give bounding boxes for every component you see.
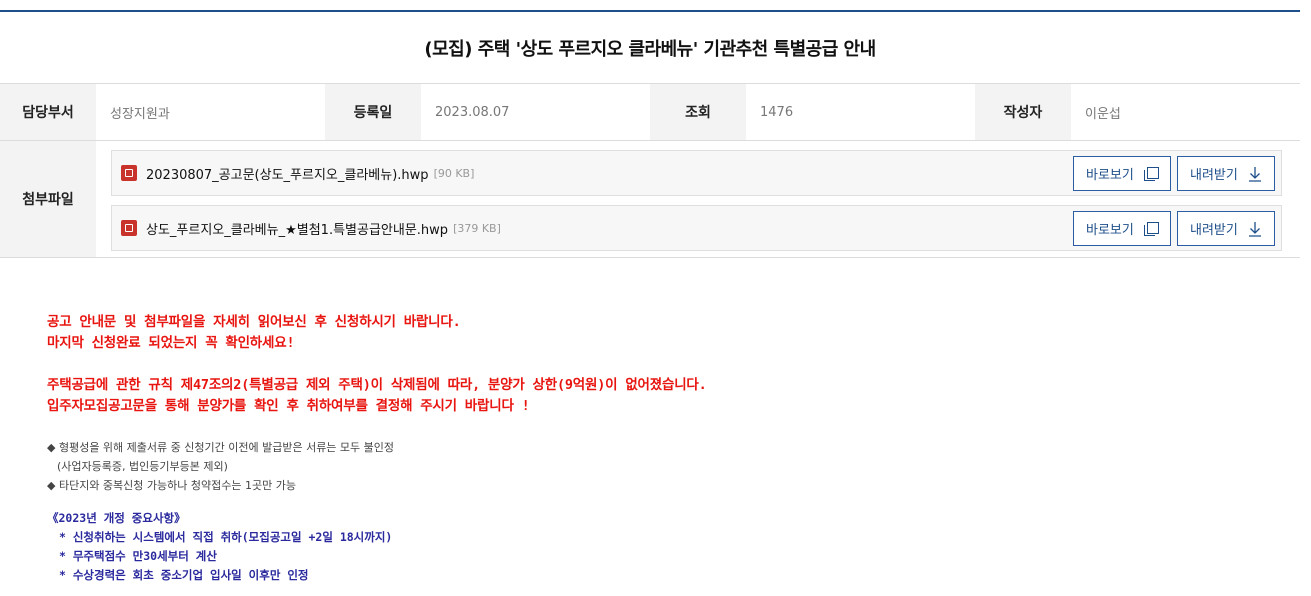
preview-icon	[1143, 166, 1159, 181]
changes-block: 《2023년 개정 중요사항》 * 신청취하는 시스템에서 직접 취하(모집공고…	[47, 509, 1247, 585]
attachments-list: 20230807_공고문(상도_푸르지오_클라베뉴).hwp [90 KB] 바…	[96, 141, 1300, 257]
attachment-actions: 바로보기 내려받기	[1073, 211, 1275, 246]
title-row: (모집) 주택 '상도 푸르지오 클라베뉴' 기관추천 특별공급 안내	[0, 12, 1300, 84]
notice-line: 마지막 신청완료 되었는지 꼭 확인하세요!	[47, 335, 295, 351]
hwp-file-icon	[121, 220, 137, 236]
rules-block: ◆ 형평성을 위해 제출서류 중 신청기간 이전에 발급받은 서류는 모두 불인…	[47, 438, 1247, 495]
rule-line: ◆ 형평성을 위해 제출서류 중 신청기간 이전에 발급받은 서류는 모두 불인…	[47, 441, 395, 454]
rule-line: ◆ 타단지와 중복신청 가능하나 청약접수는 1곳만 가능	[47, 479, 296, 492]
attachment-item: 20230807_공고문(상도_푸르지오_클라베뉴).hwp [90 KB] 바…	[111, 150, 1282, 196]
dept-label: 담당부서	[0, 84, 96, 140]
notice-line: 입주자모집공고문을 통해 분양가를 확인 후 취하여부를 결정해 주시기 바랍니…	[47, 398, 530, 414]
changes-line: * 수상경력은 회초 중소기업 입사일 이후만 인정	[59, 568, 309, 582]
changes-heading: 《2023년 개정 중요사항》	[47, 511, 186, 525]
meta-row: 담당부서 성장지원과 등록일 2023.08.07 조회 1476 작성자 이운…	[0, 84, 1300, 141]
download-icon	[1248, 166, 1262, 182]
attachment-name[interactable]: 상도_푸르지오_클라베뉴_★별첨1.특별공급안내문.hwp	[146, 219, 448, 238]
download-button-label: 내려받기	[1190, 223, 1238, 238]
preview-icon	[1143, 221, 1159, 236]
preview-button-label: 바로보기	[1086, 168, 1134, 183]
attachment-item: 상도_푸르지오_클라베뉴_★별첨1.특별공급안내문.hwp [379 KB] 바…	[111, 205, 1282, 251]
hwp-file-icon	[121, 165, 137, 181]
author-label: 작성자	[975, 84, 1071, 140]
rule-line: (사업자등록증, 법인등기부등본 제외)	[57, 460, 228, 473]
author-value: 이운섭	[1085, 106, 1121, 122]
notice-line: 주택공급에 관한 규칙 제47조의2(특별공급 제외 주택)이 삭제됨에 따라,…	[47, 377, 707, 393]
preview-button[interactable]: 바로보기	[1073, 211, 1171, 246]
preview-button[interactable]: 바로보기	[1073, 156, 1171, 191]
download-button-label: 내려받기	[1190, 168, 1238, 183]
dept-value: 성장지원과	[110, 106, 170, 122]
page-title: (모집) 주택 '상도 푸르지오 클라베뉴' 기관추천 특별공급 안내	[424, 38, 876, 60]
download-button[interactable]: 내려받기	[1177, 156, 1275, 191]
changes-line: * 신청취하는 시스템에서 직접 취하(모집공고일 +2일 18시까지)	[59, 530, 393, 544]
attachment-name[interactable]: 20230807_공고문(상도_푸르지오_클라베뉴).hwp	[146, 164, 429, 183]
date-label: 등록일	[325, 84, 421, 140]
attachment-size: [379 KB]	[453, 221, 501, 235]
attachments-row: 첨부파일 20230807_공고문(상도_푸르지오_클라베뉴).hwp [90 …	[0, 141, 1300, 258]
download-icon	[1248, 221, 1262, 237]
attachment-actions: 바로보기 내려받기	[1073, 156, 1275, 191]
notice-line: 공고 안내문 및 첨부파일을 자세히 읽어보신 후 신청하시기 바랍니다.	[47, 314, 461, 330]
attachments-label: 첨부파일	[0, 141, 96, 257]
preview-button-label: 바로보기	[1086, 223, 1134, 238]
date-value: 2023.08.07	[435, 104, 510, 120]
attachment-size: [90 KB]	[433, 166, 475, 180]
post-content: 공고 안내문 및 첨부파일을 자세히 읽어보신 후 신청하시기 바랍니다. 마지…	[47, 312, 1247, 585]
download-button[interactable]: 내려받기	[1177, 211, 1275, 246]
views-value: 1476	[760, 104, 794, 120]
changes-line: * 무주택점수 만30세부터 계산	[59, 549, 217, 563]
views-label: 조회	[650, 84, 746, 140]
